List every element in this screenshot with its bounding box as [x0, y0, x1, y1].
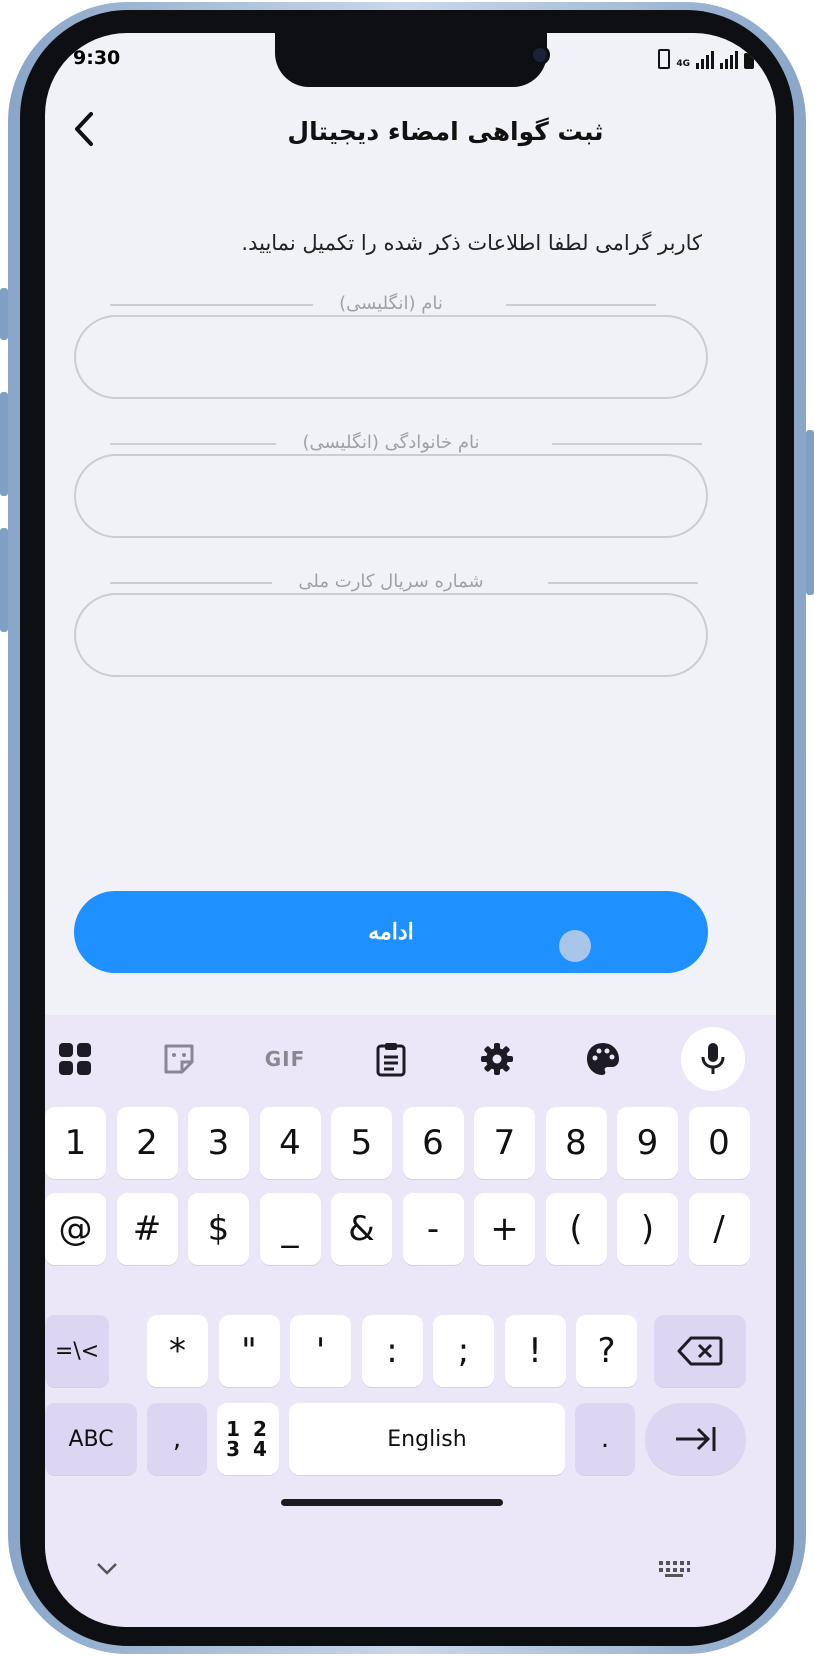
digit-key[interactable]: 6: [402, 1107, 464, 1179]
volume-down-button: [0, 528, 8, 632]
symbol-key[interactable]: ': [290, 1315, 351, 1387]
palette-icon[interactable]: [573, 1033, 633, 1085]
last-name-field[interactable]: نام خانوادگی (انگلیسی): [74, 432, 708, 538]
national-card-serial-field[interactable]: شماره سریال کارت ملی: [74, 571, 708, 677]
enter-key[interactable]: [645, 1403, 746, 1475]
digit-key[interactable]: 0: [688, 1107, 750, 1179]
field-label: شماره سریال کارت ملی: [74, 571, 708, 592]
symbol-key[interactable]: *: [147, 1315, 208, 1387]
chevron-down-icon[interactable]: [95, 1561, 119, 1581]
symbol-key[interactable]: /: [688, 1193, 750, 1265]
home-indicator: [281, 1499, 503, 1506]
vibrate-icon: [658, 49, 671, 69]
digit-key[interactable]: 9: [617, 1107, 678, 1179]
soft-keyboard: GIF 1234567890 @ # $ _ & - +() / =\< * " ':;!? AB…: [45, 1015, 776, 1627]
signal-icon-2: [720, 51, 738, 69]
digit-key[interactable]: 7: [474, 1107, 535, 1179]
tab-arrow-icon: [675, 1427, 715, 1451]
status-icons: 4G: [658, 49, 754, 69]
continue-button[interactable]: ادامه: [74, 891, 708, 973]
period-key[interactable]: .: [575, 1403, 635, 1475]
national-card-serial-input[interactable]: [94, 611, 688, 657]
instruction-text: کاربر گرامی لطفا اطلاعات ذکر شده را تکمی…: [241, 231, 702, 255]
digit-key[interactable]: 3: [188, 1107, 249, 1179]
app-screen: 9:30 4G ثبت گواهی امضاء دیجیتال کاربر گر…: [45, 33, 776, 1627]
network-type: 4G: [676, 59, 690, 69]
sticker-icon[interactable]: [149, 1033, 209, 1085]
field-label: نام خانوادگی (انگلیسی): [74, 432, 708, 453]
backspace-icon: [677, 1336, 723, 1366]
front-camera: [530, 45, 550, 65]
symbol-key[interactable]: #: [116, 1193, 178, 1265]
symbol-key[interactable]: &: [331, 1193, 392, 1265]
symbol-key[interactable]: ): [617, 1193, 678, 1265]
last-name-input[interactable]: [94, 472, 688, 518]
symbol-key[interactable]: _: [259, 1193, 321, 1265]
digit-key[interactable]: 5: [331, 1107, 392, 1179]
numpad-key-top: 1 2: [226, 1417, 270, 1441]
keyboard-toolbar: GIF: [45, 1015, 776, 1105]
numpad-key-bottom: 3 4: [226, 1437, 270, 1461]
space-key[interactable]: English: [289, 1403, 565, 1475]
symbol-key[interactable]: +: [474, 1193, 535, 1265]
symbol-key[interactable]: $: [188, 1193, 249, 1265]
comma-key[interactable]: ,: [147, 1403, 207, 1475]
microphone-icon[interactable]: [681, 1027, 745, 1091]
digit-key[interactable]: 1: [45, 1107, 106, 1179]
keyboard-icon[interactable]: [657, 1559, 691, 1583]
first-name-field[interactable]: نام (انگلیسی): [74, 293, 708, 399]
more-symbols-key[interactable]: =\<: [45, 1315, 109, 1387]
field-label: نام (انگلیسی): [74, 293, 708, 314]
digit-key[interactable]: 2: [116, 1107, 178, 1179]
power-button: [806, 430, 814, 595]
symbol-key[interactable]: ;: [433, 1315, 494, 1387]
symbol-key[interactable]: ?: [576, 1315, 637, 1387]
gif-icon[interactable]: GIF: [255, 1033, 315, 1085]
volume-up-button: [0, 392, 8, 496]
symbol-key[interactable]: ": [218, 1315, 280, 1387]
symbol-key[interactable]: @: [45, 1193, 106, 1265]
status-time: 9:30: [73, 47, 121, 69]
symbol-key[interactable]: !: [504, 1315, 566, 1387]
digit-key[interactable]: 8: [545, 1107, 607, 1179]
notch: [275, 33, 550, 87]
keyboard-nav-row: [45, 1555, 776, 1625]
settings-gear-icon[interactable]: [467, 1033, 527, 1085]
action-button: [0, 288, 8, 340]
symbol-key[interactable]: (: [545, 1193, 607, 1265]
abc-key[interactable]: ABC: [45, 1403, 137, 1475]
first-name-input[interactable]: [94, 333, 688, 379]
page-title: ثبت گواهی امضاء دیجیتال: [287, 117, 604, 146]
apps-grid-icon[interactable]: [45, 1033, 105, 1085]
digit-key[interactable]: 4: [259, 1107, 321, 1179]
clipboard-icon[interactable]: [361, 1033, 421, 1085]
battery-icon: [744, 53, 754, 69]
symbol-key[interactable]: -: [402, 1193, 464, 1265]
numpad-key[interactable]: 1 2 3 4: [217, 1403, 279, 1475]
touch-indicator: [559, 930, 591, 962]
symbol-key[interactable]: :: [361, 1315, 423, 1387]
signal-icon: [696, 51, 714, 69]
backspace-key[interactable]: [654, 1315, 746, 1387]
